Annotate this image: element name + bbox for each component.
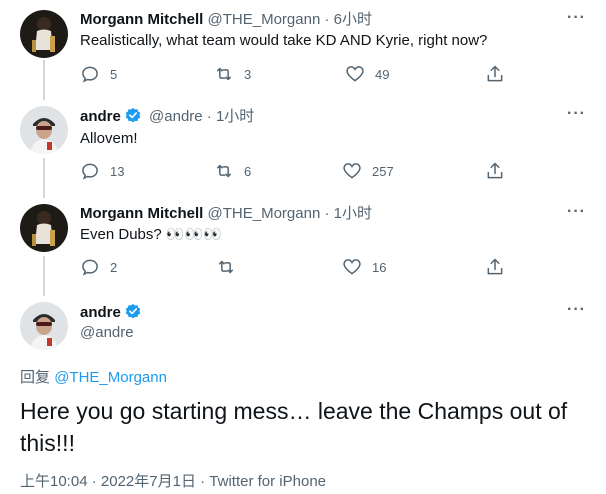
like-button[interactable]: 16	[342, 257, 386, 277]
reply-count: 5	[110, 66, 118, 82]
display-name[interactable]: Morgann Mitchell	[80, 11, 203, 28]
more-options-icon[interactable]: ···	[567, 204, 586, 220]
share-icon	[485, 257, 505, 277]
retweet-button[interactable]: 3	[214, 64, 251, 84]
reply-count: 2	[110, 259, 118, 275]
tweet-time[interactable]: 6小时	[334, 11, 372, 28]
retweet-count: 3	[244, 66, 252, 82]
avatar[interactable]	[20, 10, 68, 58]
tweet-actions: 13 6 257	[80, 161, 510, 181]
like-button[interactable]: 49	[345, 64, 389, 84]
focused-tweet: andre @andre ···	[0, 302, 606, 362]
mention-link[interactable]: @THE_Morgann	[54, 369, 167, 386]
retweet-count: 6	[244, 163, 252, 179]
like-count: 49	[375, 66, 390, 82]
share-button[interactable]	[485, 64, 505, 84]
tweet-metadata: 上午10:04 · 2022年7月1日 · Twitter for iPhone	[20, 470, 326, 491]
tweet-header: andre	[80, 302, 145, 326]
reply-button[interactable]: 5	[80, 64, 117, 84]
like-button[interactable]: 257	[342, 161, 394, 181]
tweet-source[interactable]: Twitter for iPhone	[209, 473, 326, 490]
retweet-icon	[214, 161, 234, 181]
display-name[interactable]: andre	[80, 108, 121, 125]
retweet-icon	[214, 64, 234, 84]
avatar[interactable]	[20, 106, 68, 154]
verified-badge-icon	[124, 302, 142, 326]
verified-badge-icon	[124, 106, 142, 130]
tweet-actions: 5 3 49	[80, 64, 510, 84]
share-icon	[485, 64, 505, 84]
tweet-text: Even Dubs? 👀👀👀	[80, 226, 222, 243]
retweet-icon	[216, 257, 236, 277]
share-button[interactable]	[485, 161, 505, 181]
separator-dot: ·	[324, 11, 330, 28]
tweet-date[interactable]: 2022年7月1日	[101, 473, 196, 490]
avatar[interactable]	[20, 204, 68, 252]
reply-icon	[80, 64, 100, 84]
retweet-button[interactable]: 6	[214, 161, 251, 181]
display-name[interactable]: andre	[80, 304, 121, 321]
more-options-icon[interactable]: ···	[567, 106, 586, 122]
reply-icon	[80, 161, 100, 181]
share-button[interactable]	[485, 257, 505, 277]
tweet[interactable]: Morgann Mitchell @THE_Morgann · 1小时 ··· …	[0, 204, 606, 294]
tweet-time[interactable]: 1小时	[216, 108, 254, 125]
user-handle[interactable]: @THE_Morgann	[208, 205, 321, 222]
retweet-button[interactable]	[216, 257, 246, 277]
tweet-text: Allovem!	[80, 130, 138, 147]
separator-dot: ·	[200, 473, 206, 490]
tweet-header: andre @andre · 1小时	[80, 106, 254, 130]
focused-tweet-text: Here you go starting mess… leave the Cha…	[20, 398, 568, 456]
like-count: 257	[372, 163, 394, 179]
tweet-header: Morgann Mitchell @THE_Morgann · 1小时	[80, 204, 372, 224]
avatar[interactable]	[20, 302, 68, 350]
tweet-time[interactable]: 上午10:04	[20, 473, 88, 490]
reply-count: 13	[110, 163, 125, 179]
reply-button[interactable]: 2	[80, 257, 117, 277]
more-options-icon[interactable]: ···	[567, 302, 586, 318]
share-icon	[485, 161, 505, 181]
tweet-time[interactable]: 1小时	[334, 205, 372, 222]
tweet[interactable]: andre @andre · 1小时 ··· Allovem! 13 6 257	[0, 106, 606, 196]
user-handle[interactable]: @andre	[80, 324, 134, 341]
tweet-header: Morgann Mitchell @THE_Morgann · 6小时	[80, 10, 372, 30]
reply-icon	[80, 257, 100, 277]
user-handle[interactable]: @andre	[149, 108, 203, 125]
heart-icon	[345, 64, 365, 84]
more-options-icon[interactable]: ···	[567, 10, 586, 26]
separator-dot: ·	[206, 108, 212, 125]
like-count: 16	[372, 259, 387, 275]
separator-dot: ·	[324, 205, 330, 222]
tweet-actions: 2 16	[80, 257, 510, 277]
display-name[interactable]: Morgann Mitchell	[80, 205, 203, 222]
replying-to: 回复 @THE_Morgann	[20, 366, 167, 387]
heart-icon	[342, 257, 362, 277]
replying-prefix: 回复	[20, 369, 51, 386]
tweet-text: Realistically, what team would take KD A…	[80, 32, 488, 49]
heart-icon	[342, 161, 362, 181]
tweet[interactable]: Morgann Mitchell @THE_Morgann · 6小时 ··· …	[0, 10, 606, 100]
user-handle[interactable]: @THE_Morgann	[208, 11, 321, 28]
separator-dot: ·	[91, 473, 97, 490]
reply-button[interactable]: 13	[80, 161, 124, 181]
